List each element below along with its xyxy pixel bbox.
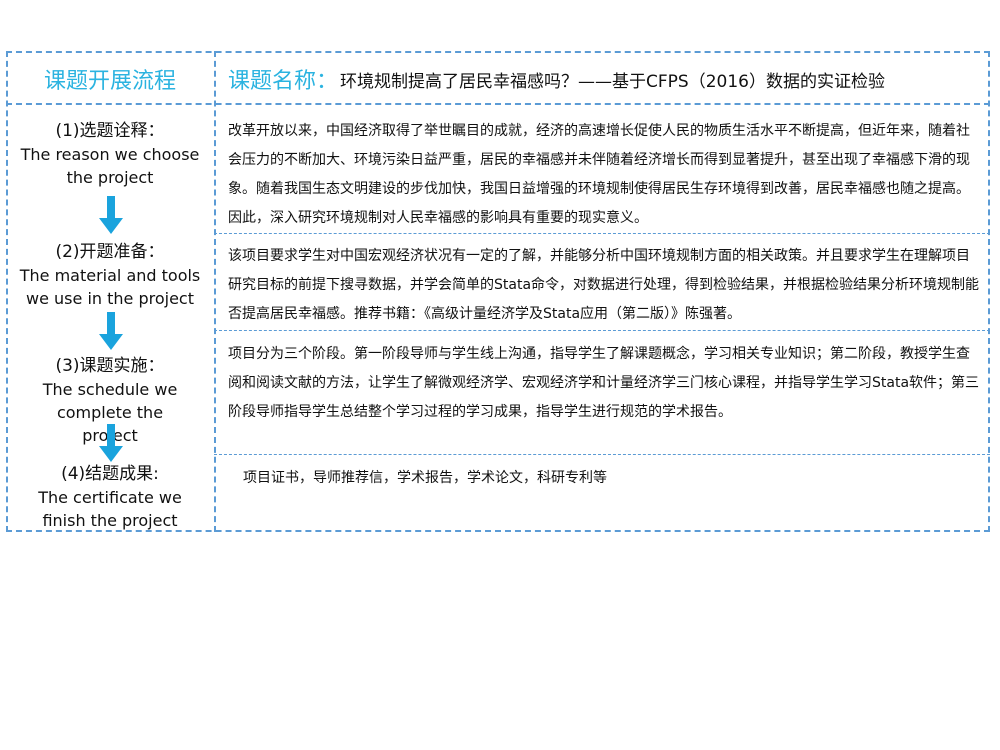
arrow-down-icon-3 (99, 424, 123, 462)
detail-reason: 改革开放以来，中国经济取得了举世瞩目的成就，经济的高速增长促使人民的物质生活水平… (228, 123, 970, 226)
row-divider-1 (214, 233, 990, 234)
row-divider-3 (214, 454, 990, 455)
header-divider (6, 103, 990, 105)
step-4-english: The certificate we finish the project (38, 488, 182, 530)
detail-schedule: 项目分为三个阶段。第一阶段导师与学生线上沟通，指导学生了解课题概念，学习相关专业… (228, 346, 980, 420)
step-3-title: (3)课题实施： (55, 356, 165, 376)
step-4-title: (4)结题成果: (61, 464, 159, 484)
detail-results: 项目证书，导师推荐信，学术报告，学术论文，科研专利等 (243, 470, 607, 486)
project-title-label: 课题名称： (228, 69, 339, 94)
step-1: (1)选题诠释： The reason we choose the projec… (8, 120, 212, 189)
project-title-header: 课题名称： 环境规制提高了居民幸福感吗？——基于CFPS（2016）数据的实证检… (228, 56, 988, 102)
step-2-english: The material and tools we use in the pro… (19, 266, 201, 308)
arrow-down-icon-1 (99, 196, 123, 234)
project-title-text: 环境规制提高了居民幸福感吗？——基于CFPS（2016）数据的实证检验 (340, 71, 885, 92)
column-divider (214, 51, 216, 532)
step-2: (2)开题准备： The material and tools we use i… (8, 241, 212, 310)
process-header: 课题开展流程 (43, 69, 176, 94)
step-1-title: (1)选题诠释： (55, 121, 165, 141)
arrow-down-icon-2 (99, 312, 123, 350)
step-2-title: (2)开题准备： (55, 242, 165, 262)
step-1-english: The reason we choose the project (20, 145, 200, 187)
step-4: (4)结题成果: The certificate we finish the p… (8, 463, 212, 532)
detail-preparation: 该项目要求学生对中国宏观经济状况有一定的了解，并能够分析中国环境规制方面的相关政… (228, 248, 980, 322)
row-divider-2 (214, 330, 990, 331)
